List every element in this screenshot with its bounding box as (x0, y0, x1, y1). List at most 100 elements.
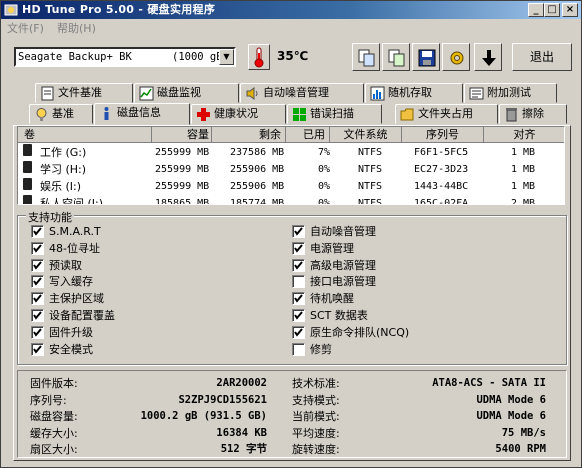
drive-icon (23, 178, 32, 190)
checkbox-unchecked[interactable] (292, 275, 305, 289)
volume-name: 学习 (H:) (40, 163, 87, 176)
copy-info-button[interactable] (352, 43, 380, 71)
file-benchmark-icon (41, 86, 54, 101)
exit-button[interactable]: 退出 (512, 43, 572, 71)
checkbox-checked[interactable] (31, 225, 44, 238)
info-label: 扇区大小: (30, 443, 78, 456)
checkbox-checked[interactable] (31, 275, 44, 289)
options-button[interactable] (442, 43, 470, 71)
checkbox-unchecked[interactable] (292, 342, 305, 356)
info-row: 缓存大小: 16384 KB (30, 426, 267, 441)
info-value: UDMA Mode 6 (476, 410, 546, 422)
options-gear-icon (450, 51, 464, 65)
feature-label: 高级电源管理 (310, 258, 376, 272)
checkbox-checked[interactable] (31, 325, 44, 339)
col-free[interactable]: 剩余 (212, 127, 286, 143)
volumes-table[interactable]: 卷 容量 剩余 已用 文件系统 序列号 对齐 工作 (G:) 255999 MB… (17, 126, 565, 205)
info-label: 磁盘容量: (30, 410, 78, 423)
random-access-icon (370, 86, 385, 101)
download-button[interactable] (474, 43, 502, 71)
info-label: 旋转速度: (292, 443, 340, 456)
feature-label: S.M.A.R.T (49, 225, 101, 238)
checkbox-checked[interactable] (292, 325, 305, 339)
tab-disk-info[interactable]: 磁盘信息 (94, 103, 190, 125)
tab-folder-usage[interactable]: 文件夹占用 (395, 104, 498, 124)
tab-benchmark[interactable]: 基准 (29, 104, 93, 124)
checkbox-checked[interactable] (292, 309, 305, 322)
volume-name: 私人空间 (J:) (40, 197, 104, 205)
feature-label: 固件升级 (49, 325, 93, 339)
menu-help[interactable]: 帮助(H) (57, 20, 96, 38)
copy-all-button[interactable] (382, 43, 410, 71)
info-row: 扇区大小: 512 字节 (30, 442, 267, 457)
title-bar[interactable]: HD Tune Pro 5.00 - 硬盘实用程序 _ □ × (1, 1, 581, 19)
drive-icon (23, 161, 32, 173)
drive-select[interactable]: Seagate Backup+ BK (1000 gB) ▼ (14, 47, 236, 67)
tab-disk-monitor[interactable]: 磁盘监视 (134, 83, 239, 103)
chevron-down-icon[interactable]: ▼ (219, 49, 234, 65)
info-row: 磁盘容量: 1000.2 gB (931.5 GB) (30, 409, 267, 424)
tab-row-1: 文件基准 磁盘监视 自动噪音管理 随机存取 附加测试 (1, 83, 581, 104)
info-value: ATA8-ACS - SATA II (432, 377, 546, 389)
col-alignment[interactable]: 对齐 (484, 127, 564, 143)
features-group-title: 支持功能 (26, 209, 74, 225)
table-row[interactable]: 娱乐 (I:) 255999 MB 255906 MB 0% NTFS 1443… (18, 178, 564, 195)
table-row[interactable]: 学习 (H:) 255999 MB 255906 MB 0% NTFS EC27… (18, 161, 564, 178)
checkbox-checked[interactable] (31, 342, 44, 356)
volume-name: 工作 (G:) (40, 146, 87, 159)
info-row: 技术标准: ATA8-ACS - SATA II (292, 376, 546, 391)
tab-health[interactable]: 健康状况 (191, 104, 286, 124)
col-filesystem[interactable]: 文件系统 (330, 127, 402, 143)
volume-free: 185774 MB (230, 198, 285, 205)
checkbox-checked[interactable] (292, 292, 305, 306)
info-value: 16384 KB (216, 426, 267, 439)
info-row: 固件版本: 2AR20002 (30, 376, 267, 391)
info-value: 5400 RPM (495, 443, 546, 455)
table-row[interactable]: 工作 (G:) 255999 MB 237586 MB 7% NTFS F6F1… (18, 144, 564, 161)
info-icon (104, 107, 109, 120)
col-serial[interactable]: 序列号 (402, 127, 484, 143)
volume-alignment: 1 MB (511, 164, 536, 175)
hd-tune-window: HD Tune Pro 5.00 - 硬盘实用程序 _ □ × 文件(F) 帮助… (0, 0, 582, 468)
thermometer-icon (248, 44, 270, 70)
feature-label: 电源管理 (310, 241, 354, 255)
tab-random-access[interactable]: 随机存取 (365, 83, 463, 103)
info-value: 1000.2 gB (931.5 GB) (140, 410, 267, 422)
checkbox-checked[interactable] (31, 258, 44, 272)
checkbox-checked[interactable] (31, 241, 44, 255)
col-capacity[interactable]: 容量 (152, 127, 212, 143)
checkbox-checked[interactable] (292, 241, 305, 255)
drive-icon (23, 195, 32, 204)
save-button[interactable] (412, 43, 440, 71)
tab-erase[interactable]: 擦除 (499, 104, 567, 124)
volume-used: 0% (318, 198, 331, 205)
volume-free: 255906 MB (230, 164, 285, 175)
volume-serial: EC27-3D23 (414, 164, 469, 175)
drive-name: Seagate Backup+ BK (18, 51, 132, 63)
col-used[interactable]: 已用 (286, 127, 330, 143)
info-label: 序列号: (30, 393, 67, 407)
checkbox-checked[interactable] (292, 258, 305, 272)
disk-monitor-icon (139, 86, 154, 101)
close-button[interactable]: × (562, 3, 578, 17)
volume-filesystem: NTFS (358, 181, 383, 192)
menu-file[interactable]: 文件(F) (7, 20, 44, 38)
tab-noise-management[interactable]: 自动噪音管理 (240, 83, 364, 103)
maximize-button[interactable]: □ (544, 3, 560, 17)
menu-bar: 文件(F) 帮助(H) (1, 20, 581, 38)
checkbox-checked[interactable] (292, 225, 305, 238)
checkbox-checked[interactable] (31, 309, 44, 322)
minimize-button[interactable]: _ (528, 3, 544, 17)
tab-file-benchmark[interactable]: 文件基准 (35, 83, 133, 103)
info-row: 支持模式: UDMA Mode 6 (292, 393, 546, 408)
volume-free: 255906 MB (230, 181, 285, 192)
volume-used: 0% (318, 181, 331, 192)
volume-filesystem: NTFS (358, 147, 383, 158)
tab-error-scan[interactable]: 错误扫描 (287, 104, 382, 124)
col-volume[interactable]: 卷 (18, 127, 152, 143)
table-row[interactable]: 私人空间 (J:) 185865 MB 185774 MB 0% NTFS 16… (18, 195, 564, 205)
info-row: 旋转速度: 5400 RPM (292, 442, 546, 457)
tab-extra-tests[interactable]: 附加测试 (464, 83, 557, 103)
checkbox-checked[interactable] (31, 292, 44, 306)
volume-capacity: 255999 MB (155, 181, 210, 192)
